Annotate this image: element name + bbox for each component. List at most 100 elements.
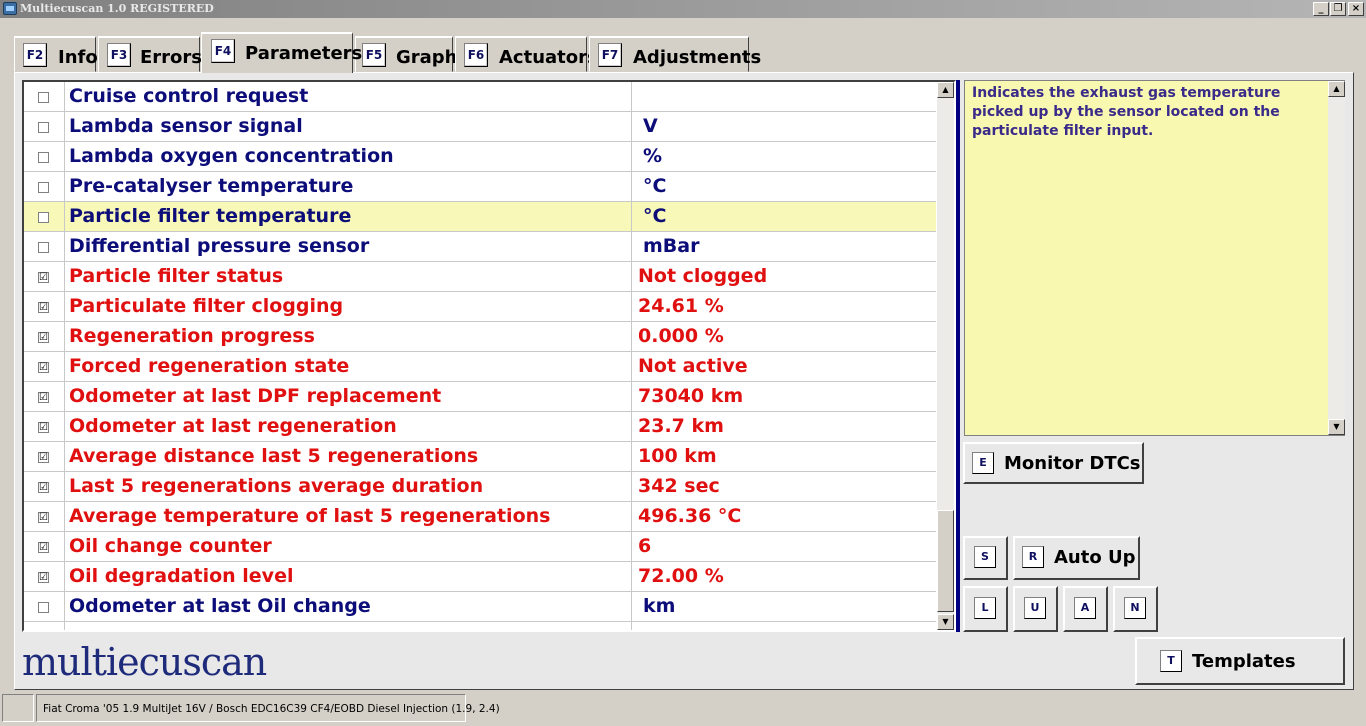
parameter-checkbox[interactable] (38, 242, 49, 253)
column-divider (64, 82, 65, 111)
parameter-checkbox[interactable]: ☑ (38, 392, 49, 403)
parameter-grid-scrollbar[interactable]: ▲ ▼ (937, 82, 954, 630)
s-key: S (974, 546, 996, 568)
u-button[interactable]: U (1013, 586, 1058, 632)
parameter-checkbox[interactable]: ☑ (38, 362, 49, 373)
app-icon (3, 2, 17, 15)
table-row[interactable]: ☑ Oil degradation level 72.00 % (24, 562, 936, 592)
table-row[interactable]: Lambda sensor signal V (24, 112, 936, 142)
parameter-checkbox[interactable] (38, 122, 49, 133)
column-divider (631, 622, 632, 630)
scroll-thumb[interactable] (937, 510, 954, 612)
parameter-value: mBar (643, 235, 700, 257)
monitor-dtcs-key: E (972, 452, 994, 474)
scroll-down-icon[interactable]: ▼ (937, 614, 954, 630)
column-divider (64, 592, 65, 621)
restore-button[interactable]: ❐ (1330, 2, 1346, 16)
table-row[interactable]: ☑ Regeneration progress 0.000 % (24, 322, 936, 352)
parameter-checkbox[interactable]: ☑ (38, 572, 49, 583)
table-row[interactable]: ☑ Odometer at last regeneration 23.7 km (24, 412, 936, 442)
column-divider (64, 292, 65, 321)
parameter-checkbox[interactable]: ☑ (38, 272, 49, 283)
table-row[interactable]: ☑ Average distance last 5 regenerations 10… (24, 442, 936, 472)
parameter-name: Average temperature of last 5 regenerati… (69, 505, 551, 527)
table-row[interactable]: ☑ Average temperature of last 5 regenerat… (24, 502, 936, 532)
parameter-checkbox[interactable]: ☑ (38, 332, 49, 343)
table-row[interactable]: ☑ Last 5 regenerations average duration 34… (24, 472, 936, 502)
templates-button[interactable]: T Templates (1135, 637, 1345, 685)
parameter-name: Odometer at last Oil change (69, 595, 371, 617)
n-key: N (1124, 597, 1146, 619)
parameter-grid[interactable]: Cruise control request Lambda sensor sign… (22, 80, 956, 632)
a-button[interactable]: A (1063, 586, 1108, 632)
parameter-checkbox[interactable]: ☑ (38, 482, 49, 493)
parameter-value: 100 km (638, 445, 717, 467)
parameter-checkbox[interactable] (38, 212, 49, 223)
parameter-value: 0.000 % (638, 325, 724, 347)
parameter-checkbox[interactable]: ☑ (38, 512, 49, 523)
description-scrollbar[interactable]: ▲ ▼ (1328, 81, 1345, 435)
parameter-checkbox[interactable]: ☑ (38, 542, 49, 553)
desc-scroll-up-icon[interactable]: ▲ (1328, 81, 1345, 97)
minimize-button[interactable]: _ (1313, 2, 1329, 16)
close-button[interactable]: × (1348, 2, 1364, 16)
tab-info-label: Info (58, 47, 98, 68)
parameter-checkbox[interactable] (38, 92, 49, 103)
panel-divider (956, 80, 960, 632)
tab-parameters[interactable]: F4 Parameters (201, 32, 362, 73)
column-divider (631, 562, 632, 591)
parameter-checkbox[interactable] (38, 602, 49, 613)
n-button[interactable]: N (1113, 586, 1158, 632)
tab-actuators[interactable]: F6 Actuators (455, 36, 598, 72)
status-bar: Fiat Croma '05 1.9 MultiJet 16V / Bosch … (0, 692, 1366, 726)
column-divider (631, 172, 632, 201)
tab-errors-label: Errors (140, 47, 203, 68)
column-divider (631, 592, 632, 621)
column-divider (631, 142, 632, 171)
column-divider (64, 622, 65, 630)
templates-label: Templates (1192, 651, 1296, 672)
table-row[interactable]: ☑ Particulate filter clogging 24.61 % (24, 292, 936, 322)
column-divider (64, 322, 65, 351)
tab-graph[interactable]: F5 Graph (355, 36, 458, 72)
scroll-up-icon[interactable]: ▲ (937, 82, 954, 98)
tab-adjustments[interactable]: F7 Adjustments (589, 36, 761, 72)
tab-errors[interactable]: F3 Errors (98, 36, 203, 72)
column-divider (631, 82, 632, 111)
auto-up-button[interactable]: R Auto Up (1013, 536, 1140, 580)
s-button[interactable]: S (963, 536, 1008, 580)
vehicle-info: Fiat Croma '05 1.9 MultiJet 16V / Bosch … (43, 703, 500, 715)
table-row[interactable]: ☑ Forced regeneration state Not active (24, 352, 936, 382)
table-row[interactable] (24, 622, 936, 630)
desc-scroll-down-icon[interactable]: ▼ (1328, 419, 1345, 435)
table-row[interactable]: Odometer at last Oil change km (24, 592, 936, 622)
parameter-value: 72.00 % (638, 565, 724, 587)
table-row[interactable]: ☑ Oil change counter 6 (24, 532, 936, 562)
parameter-checkbox[interactable] (38, 152, 49, 163)
parameter-name: Regeneration progress (69, 325, 315, 347)
parameter-checkbox[interactable] (38, 182, 49, 193)
table-row[interactable]: ☑ Odometer at last DPF replacement 73040 k… (24, 382, 936, 412)
templates-key: T (1160, 650, 1182, 672)
table-row[interactable]: Lambda oxygen concentration% (24, 142, 936, 172)
parameter-checkbox[interactable]: ☑ (38, 452, 49, 463)
l-button[interactable]: L (963, 586, 1008, 632)
parameter-checkbox[interactable]: ☑ (38, 422, 49, 433)
column-divider (631, 322, 632, 351)
parameter-name: Lambda sensor signal (69, 115, 303, 137)
table-row[interactable]: Cruise control request (24, 82, 936, 112)
auto-up-key: R (1022, 546, 1044, 568)
parameter-name: Oil change counter (69, 535, 272, 557)
parameter-checkbox[interactable]: ☑ (38, 302, 49, 313)
monitor-dtcs-button[interactable]: E Monitor DTCs (963, 442, 1144, 484)
table-row[interactable]: Differential pressure sensor mBar (24, 232, 936, 262)
table-row[interactable]: Particle filter temperature °C (24, 202, 936, 232)
table-row[interactable]: Pre-catalyser temperature °C (24, 172, 936, 202)
table-row[interactable]: ☑ Particle filter status Not clogged (24, 262, 936, 292)
parameter-value: Not active (638, 355, 748, 377)
column-divider (64, 382, 65, 411)
tab-adjustments-label: Adjustments (633, 47, 762, 68)
tab-info[interactable]: F2 Info (14, 36, 98, 72)
l-key: L (974, 597, 996, 619)
column-divider (64, 442, 65, 471)
